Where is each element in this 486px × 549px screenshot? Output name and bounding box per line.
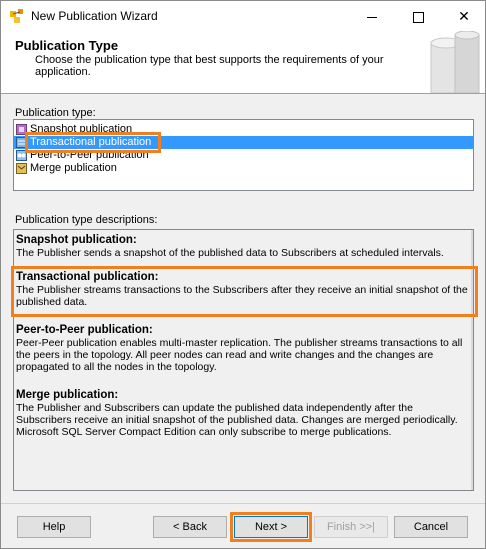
transactional-description-highlight	[11, 266, 478, 317]
description-body: The Publisher sends a snapshot of the pu…	[16, 247, 444, 259]
close-button[interactable]: ✕	[441, 1, 486, 31]
description-body: The Publisher and Subscribers can update…	[16, 402, 458, 438]
database-graphic-icon	[430, 31, 480, 93]
window-title: New Publication Wizard	[31, 9, 158, 23]
description-peer-to-peer: Peer-to-Peer publication: Peer-Peer publ…	[16, 324, 471, 373]
description-heading: Peer-to-Peer publication:	[16, 324, 153, 336]
finish-button[interactable]: Finish >>|	[314, 516, 388, 538]
cancel-button[interactable]: Cancel	[394, 516, 468, 538]
merge-publication-icon	[16, 163, 27, 174]
wizard-header: Publication Type Choose the publication …	[1, 31, 485, 94]
back-button[interactable]: < Back	[153, 516, 227, 538]
description-body: Peer-Peer publication enables multi-mast…	[16, 337, 463, 373]
list-item-merge-publication[interactable]: Merge publication	[14, 162, 473, 175]
title-bar: New Publication Wizard ✕	[1, 1, 485, 31]
description-merge: Merge publication: The Publisher and Sub…	[16, 389, 471, 438]
publication-type-label: Publication type:	[15, 107, 96, 119]
description-heading: Snapshot publication:	[16, 234, 137, 246]
maximize-icon	[412, 11, 424, 23]
close-icon: ✕	[458, 8, 470, 24]
publication-type-descriptions-label: Publication type descriptions:	[15, 214, 158, 226]
help-button[interactable]: Help	[17, 516, 91, 538]
transactional-item-highlight	[25, 132, 161, 153]
wizard-window: New Publication Wizard ✕ Publication Typ…	[0, 0, 486, 549]
next-button-highlight	[230, 512, 312, 542]
wizard-app-icon	[10, 9, 23, 23]
minimize-icon	[367, 16, 377, 18]
minimize-button[interactable]	[349, 1, 395, 31]
publication-type-list[interactable]: Snapshot publication Transactional publi…	[13, 119, 474, 191]
list-item-label: Merge publication	[30, 162, 117, 174]
page-title: Publication Type	[15, 38, 119, 53]
description-snapshot: Snapshot publication: The Publisher send…	[16, 234, 471, 259]
footer-divider	[1, 503, 485, 504]
description-heading: Merge publication:	[16, 389, 119, 401]
page-subtitle: Choose the publication type that best su…	[35, 54, 384, 78]
maximize-button[interactable]	[395, 1, 441, 31]
